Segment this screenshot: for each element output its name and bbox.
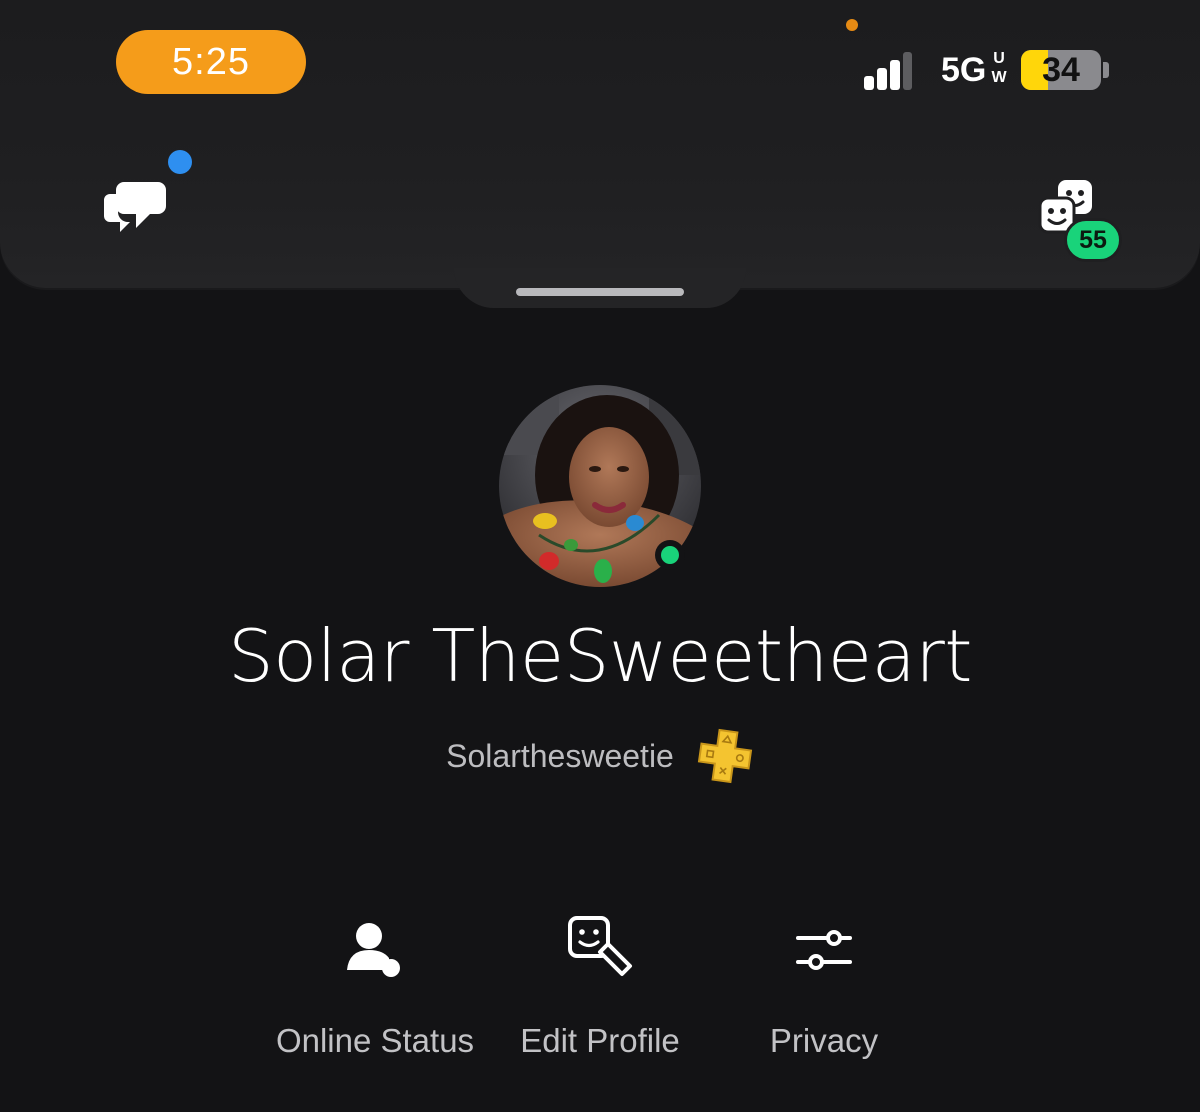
battery-cap [1103,62,1109,78]
chat-button[interactable] [100,172,170,236]
online-status-action[interactable]: Online Status [245,912,505,1072]
privacy-indicator-dot [846,19,858,31]
battery-indicator: 34 [1021,50,1101,90]
edit-profile-label: Edit Profile [520,1022,680,1059]
online-status-label: Online Status [275,1022,475,1059]
battery-percent: 34 [1042,50,1080,89]
profile-online-id: Solarthesweetie [446,737,674,774]
friends-count-badge: 55 [1064,218,1122,262]
chat-bubbles-icon [104,182,166,232]
online-id-row: Solarthesweetie [0,728,1200,784]
privacy-label: Privacy [769,1022,879,1059]
chat-notification-dot [168,150,192,174]
edit-profile-action[interactable]: Edit Profile [470,912,730,1072]
edit-profile-icon [568,916,632,976]
network-type: 5G [941,51,987,89]
network-type-suffix: U W [991,50,1007,86]
online-status-icon [347,923,400,977]
profile-display-name: Solar TheSweetheart [227,614,973,698]
cellular-signal-icon [864,50,912,90]
privacy-sliders-icon [796,930,852,970]
sheet-grabber[interactable] [516,288,684,296]
online-status-indicator [655,540,685,570]
status-time: 5:25 [116,30,306,94]
playstation-plus-icon [697,728,752,784]
privacy-action[interactable]: Privacy [694,912,954,1072]
